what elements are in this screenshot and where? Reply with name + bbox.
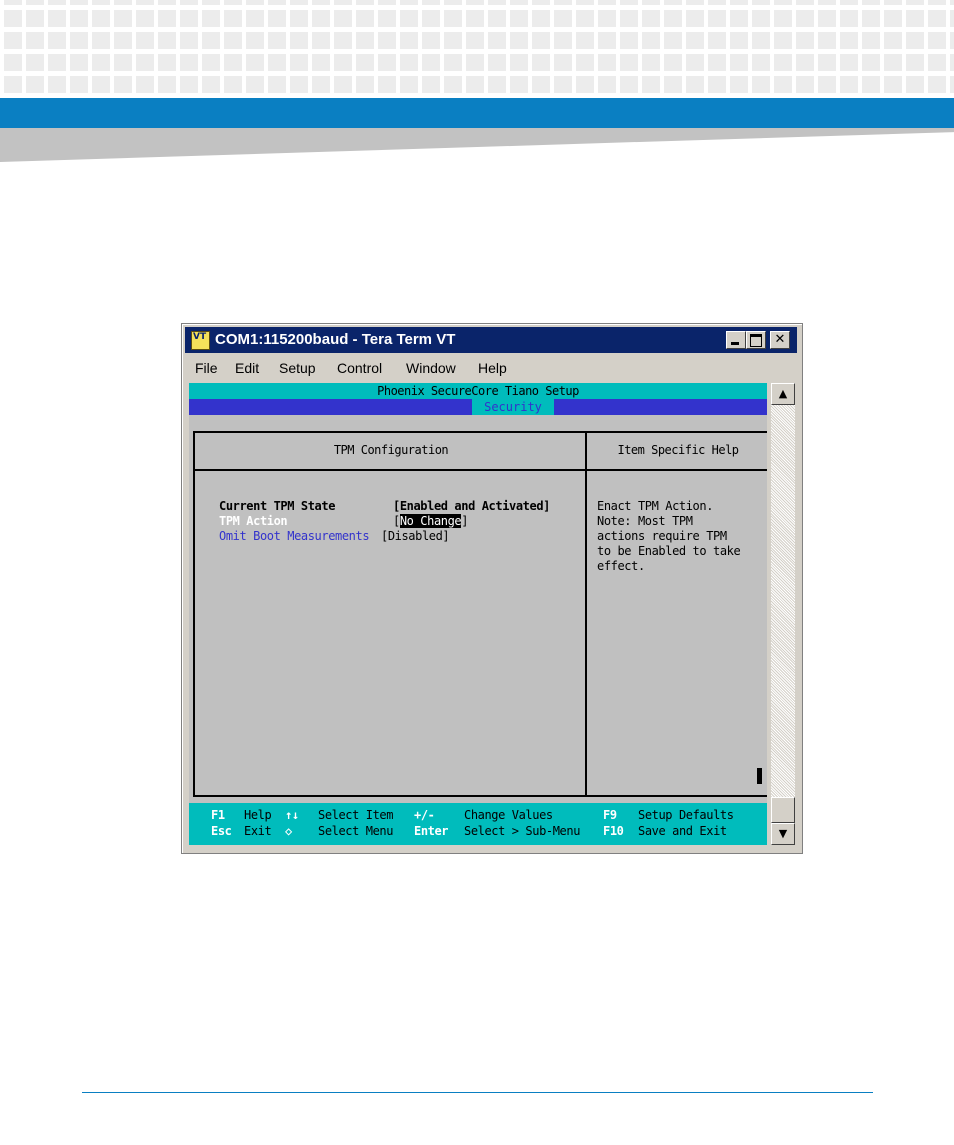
maximize-icon [750,334,762,347]
diamond-icon: ◇ [285,824,292,838]
key-enter: Enter [414,824,449,838]
key-desc-select-sub-menu: Select > Sub-Menu [464,824,581,838]
divider [195,469,587,471]
divider [587,469,767,471]
menu-file[interactable]: File [195,360,218,376]
key-desc-help: Help [244,808,272,822]
arrow-keys-icon: ↑↓ [285,808,299,822]
bracket-open: [ [393,514,400,528]
key-desc-select-item: Select Item [318,808,394,822]
minimize-button[interactable] [726,331,746,349]
menu-window[interactable]: Window [406,360,456,376]
close-button[interactable]: ✕ [770,331,790,349]
maximize-button[interactable] [746,331,766,349]
close-icon: ✕ [774,332,786,347]
menu-setup[interactable]: Setup [279,360,316,376]
key-desc-select-menu: Select Menu [318,824,394,838]
bios-tab-bar: Security [189,399,767,415]
minimize-icon [731,342,739,345]
setting-label-current-tpm-state: Current TPM State [219,499,336,513]
setting-label-omit-boot-measurements[interactable]: Omit Boot Measurements [219,529,370,543]
scroll-down-icon[interactable]: ▼ [771,823,795,845]
setting-value-omit-boot-measurements[interactable]: [Disabled] [381,529,450,543]
key-esc: Esc [211,824,232,838]
key-desc-exit: Exit [244,824,272,838]
icon-label: VT [193,332,207,342]
key-f9: F9 [603,808,617,822]
bios-title: Phoenix SecureCore Tiano Setup [189,383,767,399]
menu-bar: File Edit Setup Control Window Help [185,355,797,379]
key-desc-setup-defaults: Setup Defaults [638,808,734,822]
menu-help[interactable]: Help [478,360,507,376]
help-panel: Item Specific Help Enact TPM Action. Not… [585,431,767,797]
setting-label-tpm-action[interactable]: TPM Action [219,514,288,528]
bracket-close: ] [461,514,469,528]
bios-key-legend: F1 Help ↑↓ Select Item +/- Change Values… [189,803,767,845]
key-f10: F10 [603,824,624,838]
help-text: Enact TPM Action. Note: Most TPM actions… [597,499,741,573]
window-title: COM1:115200baud - Tera Term VT [215,331,456,348]
menu-control[interactable]: Control [337,360,382,376]
scroll-thumb[interactable] [771,797,795,823]
terminal-screen[interactable]: Phoenix SecureCore Tiano Setup Security … [189,383,767,845]
tpm-config-panel: TPM Configuration Current TPM State [Ena… [193,431,587,797]
teraterm-vt-icon[interactable]: VT [191,331,210,350]
setting-value-current-tpm-state: [Enabled and Activated] [393,499,550,513]
menu-edit[interactable]: Edit [235,360,259,376]
header-gray-swoosh [0,128,954,162]
setting-value-tpm-action[interactable]: [No Change] [393,514,468,528]
key-f1: F1 [211,808,225,822]
panel-title: TPM Configuration [333,443,449,457]
title-bar[interactable]: VT COM1:115200baud - Tera Term VT ✕ [185,327,797,353]
key-desc-change-values: Change Values [464,808,553,822]
scroll-up-icon[interactable]: ▲ [771,383,795,405]
help-panel-title: Item Specific Help [617,443,739,457]
teraterm-window: VT COM1:115200baud - Tera Term VT ✕ File… [181,323,803,854]
header-pattern [0,0,954,98]
page-footer-rule [82,1092,873,1093]
header-blue-band [0,98,954,128]
selected-option[interactable]: No Change [399,514,462,528]
tab-security[interactable]: Security [472,399,554,415]
key-plus-minus: +/- [414,808,435,822]
vertical-scrollbar[interactable]: ▲ ▼ [771,383,795,845]
text-cursor [757,768,762,784]
key-desc-save-and-exit: Save and Exit [638,824,727,838]
